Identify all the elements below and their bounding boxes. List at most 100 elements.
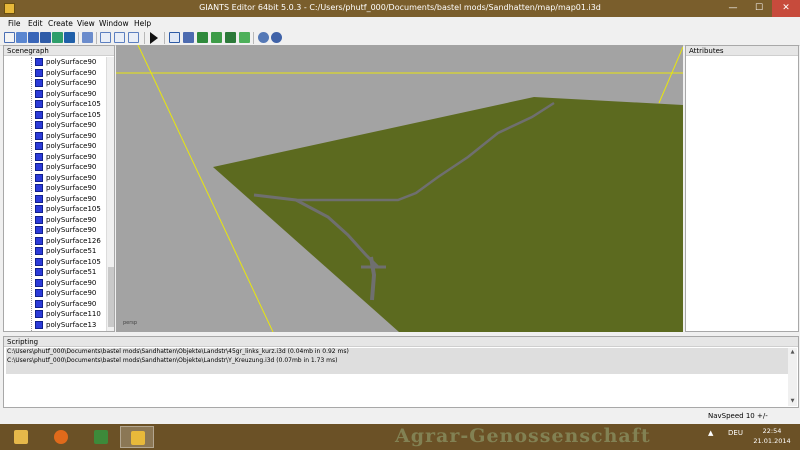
scenegraph-node[interactable]: polySurface90 bbox=[4, 68, 106, 79]
scroll-down-arrow-icon[interactable]: ▼ bbox=[789, 398, 796, 405]
attributes-title: Attributes bbox=[686, 46, 798, 56]
scenegraph-node[interactable]: polySurface90 bbox=[4, 152, 106, 163]
mesh-cube-icon bbox=[35, 163, 43, 171]
node-label: polySurface110 bbox=[46, 310, 101, 318]
scripting-panel: Scripting C:\Users\phutf_000\Documents\b… bbox=[3, 336, 799, 408]
menu-help[interactable]: Help bbox=[132, 18, 153, 29]
node-label: polySurface90 bbox=[46, 121, 97, 129]
terrain-sculpt-icon[interactable] bbox=[197, 32, 208, 43]
scrollbar-thumb[interactable] bbox=[108, 267, 114, 327]
node-label: polySurface105 bbox=[46, 205, 101, 213]
log-line: C:\Users\phutf_000\Documents\bastel mods… bbox=[7, 356, 338, 364]
firefox-icon bbox=[54, 430, 68, 444]
new-icon[interactable] bbox=[4, 32, 15, 43]
clock[interactable]: 22:54 21.01.2014 bbox=[746, 426, 798, 446]
scenegraph-node[interactable]: polySurface90 bbox=[4, 183, 106, 194]
scenegraph-node[interactable]: polySurface13 bbox=[4, 320, 106, 331]
play-icon[interactable] bbox=[150, 32, 158, 44]
mesh-cube-icon bbox=[35, 268, 43, 276]
mesh-cube-icon bbox=[35, 247, 43, 255]
import-icon[interactable] bbox=[52, 32, 63, 43]
render-settings-icon[interactable] bbox=[271, 32, 282, 43]
maximize-button[interactable]: ☐ bbox=[746, 0, 772, 17]
scenegraph-node[interactable]: polySurface90 bbox=[4, 57, 106, 68]
language-indicator[interactable]: DEU bbox=[728, 429, 743, 437]
save-icon[interactable] bbox=[28, 32, 39, 43]
scripting-scrollbar[interactable]: ▲ ▼ bbox=[788, 348, 797, 406]
refresh-icon[interactable] bbox=[128, 32, 139, 43]
scenegraph-node[interactable]: polySurface90 bbox=[4, 78, 106, 89]
close-button[interactable]: ✕ bbox=[772, 0, 800, 17]
menu-window[interactable]: Window bbox=[97, 18, 131, 29]
scenegraph-node[interactable]: polySurface90 bbox=[4, 225, 106, 236]
minimize-button[interactable]: — bbox=[720, 0, 746, 17]
node-label: polySurface90 bbox=[46, 79, 97, 87]
window-title: GIANTS Editor 64bit 5.0.3 - C:/Users/phu… bbox=[199, 3, 601, 12]
undo-icon[interactable] bbox=[100, 32, 111, 43]
scroll-up-arrow-icon[interactable]: ▲ bbox=[789, 349, 796, 356]
scenegraph-node[interactable]: polySurface110 bbox=[4, 309, 106, 320]
taskbar-app[interactable] bbox=[84, 426, 118, 448]
node-label: polySurface90 bbox=[46, 142, 97, 150]
export-icon[interactable] bbox=[64, 32, 75, 43]
title-bar[interactable]: GIANTS Editor 64bit 5.0.3 - C:/Users/phu… bbox=[0, 0, 800, 17]
scenegraph-node[interactable]: polySurface90 bbox=[4, 288, 106, 299]
scripting-log[interactable]: C:\Users\phutf_000\Documents\bastel mods… bbox=[6, 348, 788, 374]
scenegraph-node[interactable]: polySurface105 bbox=[4, 110, 106, 121]
scenegraph-node[interactable]: polySurface90 bbox=[4, 162, 106, 173]
menu-view[interactable]: View bbox=[75, 18, 97, 29]
giants-editor-icon bbox=[131, 431, 145, 445]
tray-expand-icon[interactable]: ▲ bbox=[708, 429, 713, 437]
redo-icon[interactable] bbox=[114, 32, 125, 43]
mesh-cube-icon bbox=[35, 236, 43, 245]
3d-viewport[interactable]: persp bbox=[116, 45, 683, 332]
scenegraph-node[interactable]: polySurface51 bbox=[4, 246, 106, 257]
mesh-cube-icon bbox=[35, 152, 43, 161]
scenegraph-node[interactable]: polySurface51 bbox=[4, 267, 106, 278]
node-label: polySurface90 bbox=[46, 173, 97, 182]
mesh-cube-icon bbox=[35, 299, 43, 308]
node-label: polySurface90 bbox=[46, 68, 97, 77]
attributes-panel: Attributes bbox=[685, 45, 799, 332]
toolbar-separator bbox=[78, 32, 79, 44]
save-as-icon[interactable] bbox=[40, 32, 51, 43]
foliage-paint-icon[interactable] bbox=[225, 32, 236, 43]
scenegraph-scrollbar[interactable] bbox=[106, 57, 114, 331]
mesh-cube-icon bbox=[35, 68, 43, 77]
taskbar-file-explorer[interactable] bbox=[4, 426, 38, 448]
scenegraph-node[interactable]: polySurface90 bbox=[4, 131, 106, 142]
scenegraph-node[interactable]: polySurface90 bbox=[4, 194, 106, 205]
scenegraph-node[interactable]: polySurface105 bbox=[4, 99, 106, 110]
giants-editor-window: GIANTS Editor 64bit 5.0.3 - C:/Users/phu… bbox=[0, 0, 800, 424]
terrain-plane[interactable] bbox=[213, 97, 683, 332]
scenegraph-node[interactable]: polySurface105 bbox=[4, 204, 106, 215]
settings-icon[interactable] bbox=[258, 32, 269, 43]
scenegraph-node[interactable]: polySurface90 bbox=[4, 141, 106, 152]
scenegraph-node[interactable]: polySurface90 bbox=[4, 299, 106, 310]
node-label: polySurface90 bbox=[46, 184, 97, 192]
mesh-cube-icon bbox=[35, 278, 43, 287]
toolbar-separator bbox=[144, 32, 145, 44]
menu-create[interactable]: Create bbox=[46, 18, 75, 29]
grass-paint-icon[interactable] bbox=[239, 32, 250, 43]
terrain-paint-icon[interactable] bbox=[211, 32, 222, 43]
delete-icon[interactable] bbox=[82, 32, 93, 43]
node-label: polySurface90 bbox=[46, 194, 97, 203]
taskbar-firefox[interactable] bbox=[44, 426, 78, 448]
scenegraph-node[interactable]: polySurface90 bbox=[4, 89, 106, 100]
node-label: polySurface105 bbox=[46, 110, 101, 119]
open-icon[interactable] bbox=[16, 32, 27, 43]
move-icon[interactable] bbox=[183, 32, 194, 43]
scenegraph-node[interactable]: polySurface90 bbox=[4, 173, 106, 184]
scenegraph-node[interactable]: polySurface105 bbox=[4, 257, 106, 268]
mesh-cube-icon bbox=[35, 205, 43, 213]
scenegraph-node[interactable]: polySurface90 bbox=[4, 215, 106, 226]
scenegraph-node[interactable]: polySurface90 bbox=[4, 120, 106, 131]
scenegraph-node[interactable]: polySurface126 bbox=[4, 236, 106, 247]
grid-line bbox=[658, 46, 683, 104]
select-icon[interactable] bbox=[169, 32, 180, 43]
scenegraph-node[interactable]: polySurface90 bbox=[4, 278, 106, 289]
taskbar-giants-editor[interactable] bbox=[120, 426, 154, 448]
menu-file[interactable]: File bbox=[6, 18, 23, 29]
menu-edit[interactable]: Edit bbox=[26, 18, 45, 29]
